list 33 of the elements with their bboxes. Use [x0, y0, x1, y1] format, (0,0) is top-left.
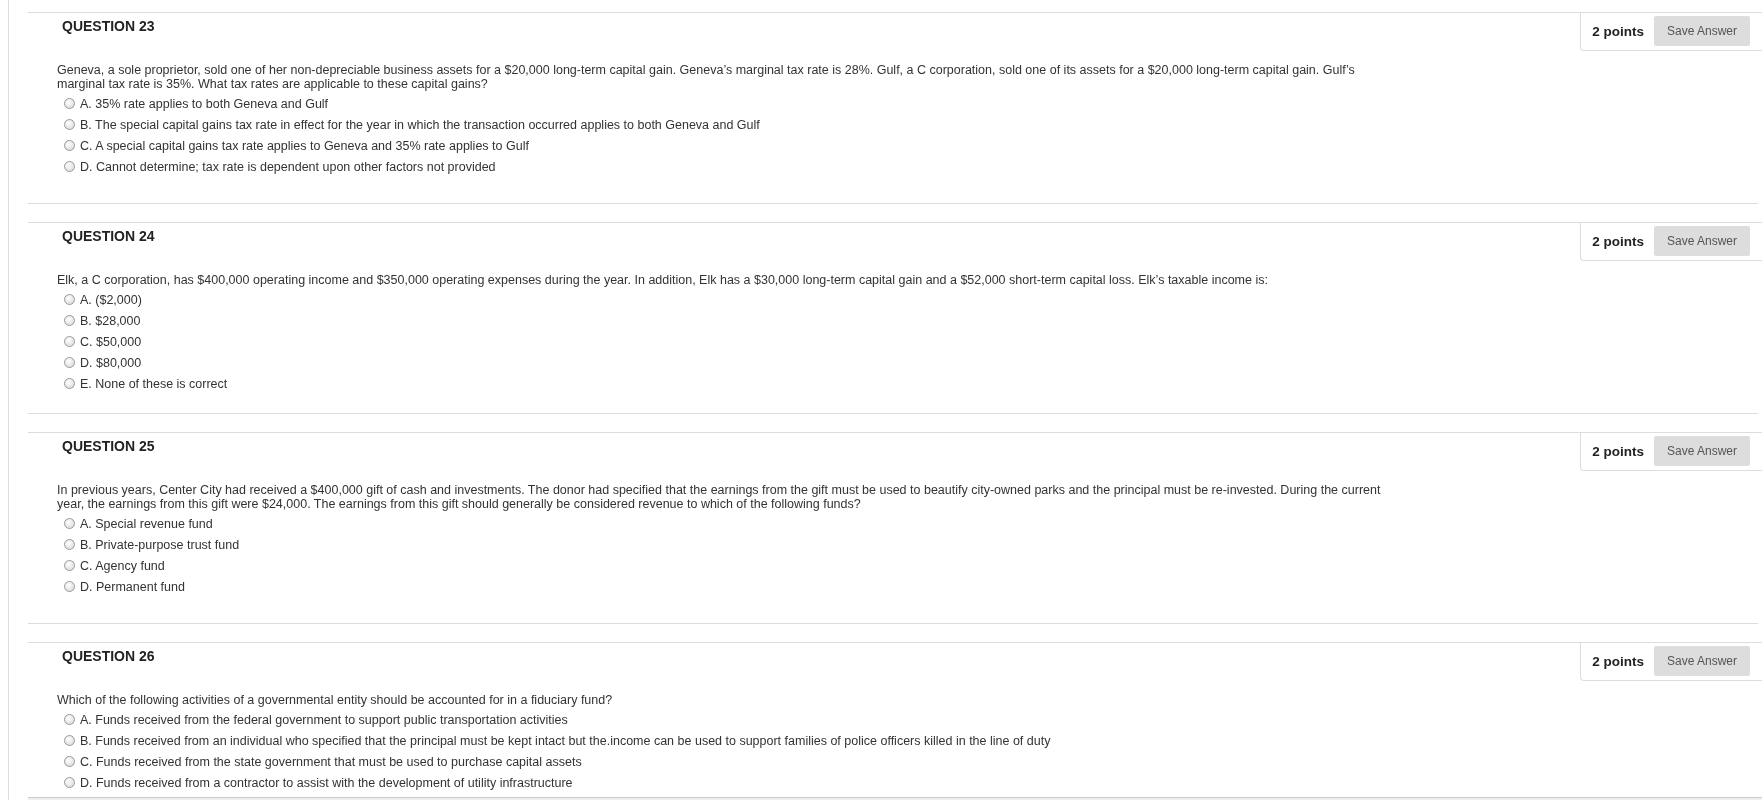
question-text: In previous years, Center City had received a $400,000 gift of cash and investments. The donor had specified that the earnings from the gift must be used to beautify city-owned parks and the principal must be re-invested. During the current year, the earnings from this gift were $24,000. The earnings from this gift should generally be considered revenue to which of the following funds? — [57, 483, 1382, 511]
option-label[interactable]: C. Funds received from the state government that must be used to purchase capital assets — [80, 754, 582, 769]
option-label[interactable]: A. ($2,000) — [80, 292, 142, 307]
question-title: QUESTION 24 — [61, 227, 156, 244]
question-title: QUESTION 25 — [61, 437, 156, 454]
option-label[interactable]: C. A special capital gains tax rate applies to Geneva and 35% rate applies to Gulf — [80, 138, 529, 153]
option-label[interactable]: B. Funds received from an individual who specified that the principal must be kept intact but the.income can be used to support families of police officers killed in the line of duty — [80, 733, 1051, 748]
save-answer-button[interactable]: Save Answer — [1653, 226, 1750, 256]
option-label[interactable]: D. Funds received from a contractor to assist with the development of utility infrastructure — [80, 775, 573, 790]
question-text: Geneva, a sole proprietor, sold one of her non-depreciable business assets for a $20,000 long-term capital gain. Geneva’s marginal tax rate is 28%. Gulf, a C corporation, sold one of its assets for a $20,000 long-term capital gain. Gulf’s marginal tax rate is 35%. What tax rates are applicable to these capital gains? — [57, 63, 1356, 91]
question-text: Elk, a C corporation, has $400,000 operating income and $350,000 operating expenses during the year. In addition, Elk has a $30,000 long-term capital gain and a $52,000 short-term capital loss. Elk’s taxable income is: — [57, 273, 1269, 287]
option-label[interactable]: A. 35% rate applies to both Geneva and Gulf — [80, 96, 329, 111]
option-label[interactable]: E. None of these is correct — [80, 376, 228, 391]
save-answer-button[interactable]: Save Answer — [1653, 646, 1750, 676]
option-label[interactable]: D. Cannot determine; tax rate is dependent upon other factors not provided — [80, 159, 496, 174]
save-answer-button[interactable]: Save Answer — [1653, 16, 1750, 46]
option-label[interactable]: C. $50,000 — [80, 334, 142, 349]
points-label: 2 points — [1592, 653, 1644, 669]
question-title: QUESTION 26 — [61, 647, 156, 664]
option-label[interactable]: D. $80,000 — [80, 355, 142, 370]
option-label[interactable]: C. Agency fund — [80, 558, 165, 573]
option-label[interactable]: A. Funds received from the federal government to support public transportation activities — [80, 712, 568, 727]
question-text: Which of the following activities of a governmental entity should be accounted for in a fiduciary fund? — [57, 693, 614, 707]
points-label: 2 points — [1592, 23, 1644, 39]
option-label[interactable]: B. The special capital gains tax rate in effect for the year in which the transaction occurred applies to both Geneva and Gulf — [80, 117, 760, 132]
option-label[interactable]: B. Private-purpose trust fund — [80, 537, 240, 552]
points-label: 2 points — [1592, 443, 1644, 459]
option-label[interactable]: A. Special revenue fund — [80, 516, 213, 531]
option-label[interactable]: B. $28,000 — [80, 313, 141, 328]
points-label: 2 points — [1592, 233, 1644, 249]
save-answer-button[interactable]: Save Answer — [1653, 436, 1750, 466]
question-title: QUESTION 23 — [61, 17, 156, 34]
option-label[interactable]: D. Permanent fund — [80, 579, 185, 594]
